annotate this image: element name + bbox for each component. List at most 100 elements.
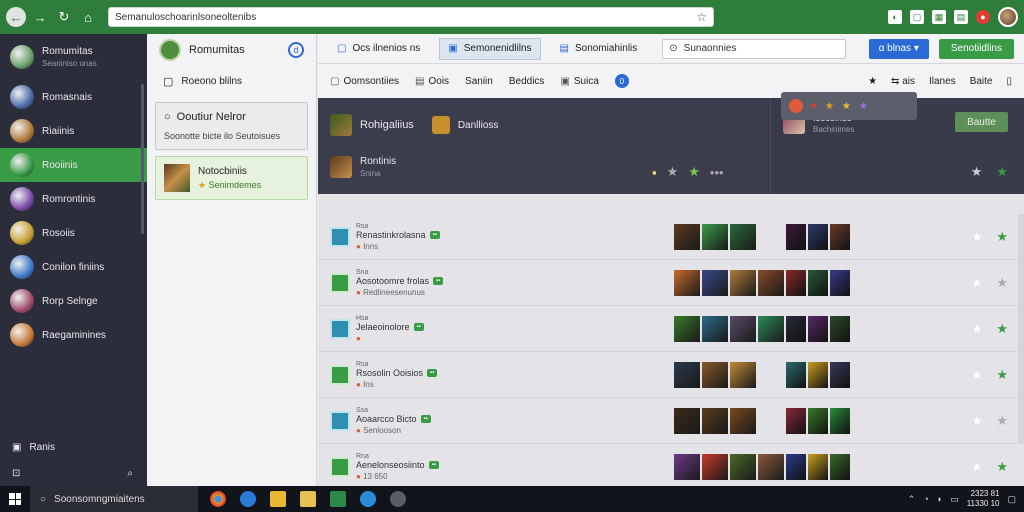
clock[interactable]: 2323 81 11330 10 [967,489,1000,509]
badge-icon[interactable]: ▪ [652,165,657,180]
sidebar-item-4[interactable]: Romrontinis [0,182,147,216]
row-thumbnail[interactable] [674,269,700,296]
star-icon[interactable]: ★ [972,322,983,336]
sidebar-item-7[interactable]: Rorp Selnge [0,284,147,318]
sidebar-settings[interactable]: ▣ Ranis [0,434,147,460]
table-row[interactable]: Sna Aosotoomre frolas ▪▪ ● Redlineesenunus ★… [318,260,1024,306]
toolbar-right-2[interactable]: Baite [970,76,993,87]
star-icon[interactable]: ★ [667,164,679,180]
row-thumbnail[interactable] [702,223,728,250]
toolbar-item-3[interactable]: Beddics [509,76,545,87]
profile-avatar[interactable] [998,7,1018,27]
row-thumbnail[interactable] [808,223,828,250]
badge-icon[interactable]: ★ [996,275,1008,291]
star-icon[interactable]: ★ [972,414,983,428]
hero-action-button[interactable]: Bautte [955,112,1008,132]
star-icon[interactable]: ★ [868,76,877,87]
badge-icon[interactable]: ★ [996,229,1008,245]
more-icon[interactable]: ••• [710,165,724,180]
toolbar-item-4[interactable]: ▣ Suica [560,76,598,87]
sidebar-scrollbar[interactable] [141,84,144,234]
row-thumbnail[interactable] [730,223,756,250]
row-thumbnail[interactable] [786,453,806,480]
selected-card[interactable]: Notocbiniis ★ Senimdemes [155,156,308,200]
row-thumbnail[interactable] [786,361,806,388]
network-icon[interactable]: ◔ [923,494,928,504]
taskbar-search[interactable]: ○ Soonsomngmiaitens [30,486,198,512]
row-thumbnail[interactable] [786,315,806,342]
filter-button[interactable]: ɑ blnas ▾ [868,38,929,59]
info-card[interactable]: ○ Ooutiur Nelror Soonotte bicte ilo Seuto… [155,102,308,150]
menu-icon[interactable]: ▤ [954,10,968,24]
row-thumbnail[interactable] [758,269,784,296]
row-thumbnail[interactable] [702,361,728,388]
sidebar-item-0[interactable]: Romumitas Seaniniso unas [0,34,147,80]
sidebar-item-2[interactable]: Riaiinis [0,114,147,148]
row-thumbnail[interactable] [786,223,806,250]
tab-2[interactable]: ▤ Sonomiahinlis [551,38,647,60]
toolbar-item-2[interactable]: Saniin [465,76,493,87]
row-thumbnail[interactable] [674,453,700,480]
toolbar-badge[interactable]: 0 [614,74,629,88]
notifications-icon[interactable]: ▢ [1007,494,1016,505]
row-thumbnail[interactable] [808,407,828,434]
row-thumbnail[interactable] [786,269,806,296]
row-thumbnail[interactable] [730,315,756,342]
table-row[interactable]: Rna Aenelonseosiinto ▪▪ ● 13 650 ★ ★ [318,444,1024,490]
row-thumbnail[interactable] [808,269,828,296]
row-thumbnail[interactable] [702,315,728,342]
badge-icon[interactable]: ★ [996,164,1008,180]
tab-0[interactable]: ▢ Ocs ilnenios ns [328,38,429,60]
forward-button[interactable]: → [30,7,50,27]
grid-icon[interactable]: ▦ [932,10,946,24]
back-button[interactable]: ← [6,7,26,27]
row-thumbnail[interactable] [808,315,828,342]
row-thumbnail[interactable] [730,269,756,296]
exit-icon[interactable]: ⊡ [12,468,20,479]
sidebar-item-8[interactable]: Raegaminines [0,318,147,352]
app-icon[interactable] [360,491,376,507]
row-thumbnail[interactable] [674,361,700,388]
row-thumbnail[interactable] [674,223,700,250]
chevron-up-icon[interactable]: ⌃ [908,494,916,505]
row-thumbnail[interactable] [830,315,850,342]
row-thumbnail[interactable] [730,407,756,434]
reload-button[interactable]: ↻ [54,7,74,27]
info-badge[interactable]: d [288,42,304,58]
toolbar-right-1[interactable]: Ilanes [929,76,956,87]
row-thumbnail[interactable] [674,315,700,342]
start-button[interactable] [0,486,30,512]
search-icon[interactable]: ⌕ [127,468,133,479]
battery-icon[interactable]: ▭ [950,494,959,505]
table-row[interactable]: Hsa Jelaeoinolore ▪▪ ● ★ ★ [318,306,1024,352]
row-thumbnail[interactable] [758,453,784,480]
star-icon[interactable]: ★ [972,368,983,382]
more-icon[interactable]: ▯ [1006,76,1012,87]
excel-icon[interactable] [330,491,346,507]
star-icon[interactable]: ★ [971,164,983,180]
badge-icon[interactable]: ★ [996,413,1008,429]
star-icon[interactable]: ★ [972,276,983,290]
sidebar-item-6[interactable]: Conilon finiins [0,250,147,284]
bookmark-star-icon[interactable]: ☆ [696,10,707,24]
window-icon[interactable]: ▢ [910,10,924,24]
toolbar-item-0[interactable]: ▢ Oomsontiies [330,76,399,87]
badge-icon[interactable]: ★ [996,459,1008,475]
table-row[interactable]: Ssa Aoaarcco Bicto ▪▪ ● Senlooson ★ ★ [318,398,1024,444]
steam-icon[interactable] [390,491,406,507]
main-scrollbar[interactable] [1018,214,1024,444]
row-thumbnail[interactable] [830,361,850,388]
row-thumbnail[interactable] [830,453,850,480]
table-row[interactable]: Rsa Rsosolin Ooisios ▪▪ ● Ins ★ ★ [318,352,1024,398]
primary-action-button[interactable]: Senotiidlins [938,38,1014,59]
sidebar-item-1[interactable]: Romasnais [0,80,147,114]
row-thumbnail[interactable] [830,269,850,296]
row-thumbnail[interactable] [730,453,756,480]
extension-icon[interactable]: ◐ [888,10,902,24]
row-thumbnail[interactable] [730,361,756,388]
badge-icon[interactable]: ★ [996,321,1008,337]
address-bar[interactable]: Semanuloschoarinlsoneoltenibs ☆ [108,7,714,27]
sidebar-item-5[interactable]: Rosoiis [0,216,147,250]
chrome-icon[interactable] [210,491,226,507]
home-button[interactable]: ⌂ [78,7,98,27]
